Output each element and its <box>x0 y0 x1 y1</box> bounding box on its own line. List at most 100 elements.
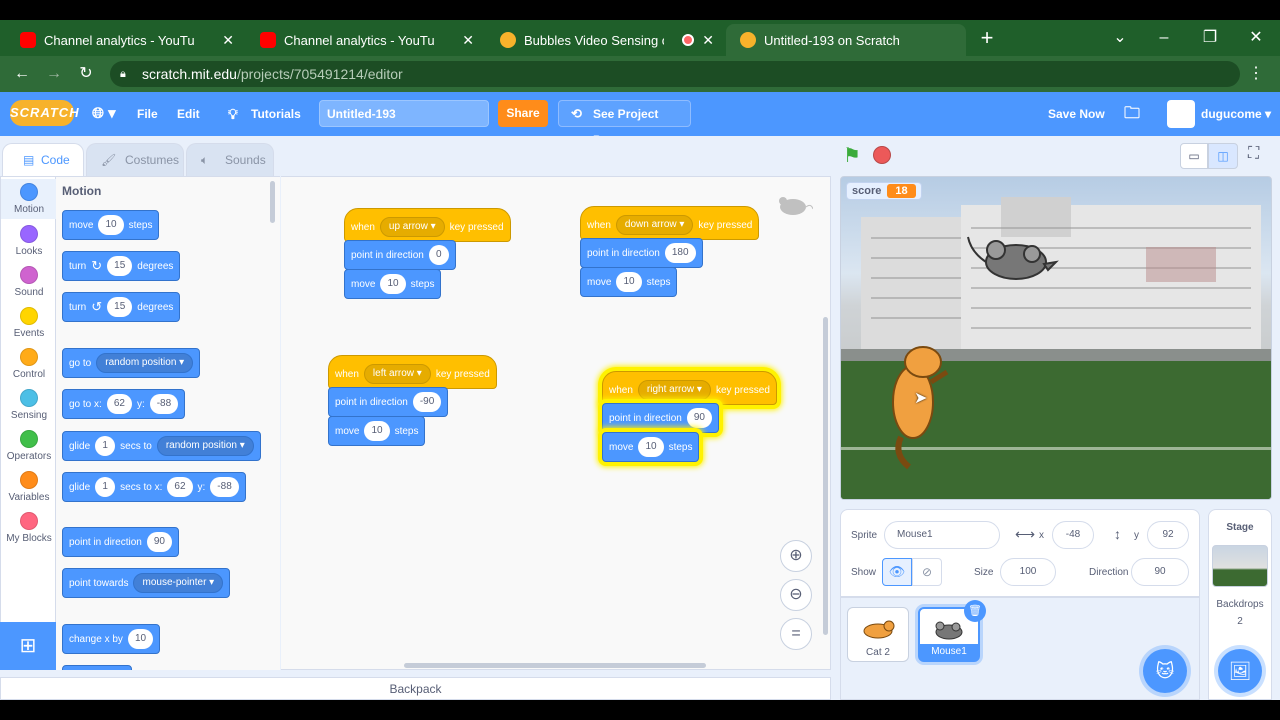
block-number-input[interactable]: 1 <box>95 477 116 497</box>
palette-scrollbar[interactable] <box>270 181 275 223</box>
new-tab-icon[interactable]: + <box>975 20 999 56</box>
choose-sprite-button[interactable]: 🐱︎ <box>1143 649 1187 693</box>
block-move-steps[interactable]: move 10 steps <box>344 269 442 299</box>
hide-eye-slash-icon[interactable]: ⊘ <box>912 558 942 586</box>
user-avatar[interactable] <box>1167 100 1195 128</box>
block-point-in-direction[interactable]: point in direction 0 <box>344 240 456 270</box>
block-number-input[interactable]: 62 <box>106 394 132 414</box>
address-bar[interactable]: 🔒︎ scratch.mit.edu/projects/705491214/ed… <box>110 61 1240 87</box>
back-icon[interactable]: ← <box>10 56 34 92</box>
y-input[interactable]: 92 <box>1147 521 1189 549</box>
vertical-scrollbar[interactable] <box>823 317 828 635</box>
restore-icon[interactable]: ❐ <box>1198 20 1222 56</box>
block-number-input[interactable]: 62 <box>167 477 193 497</box>
browser-tab-4-active[interactable]: Untitled-193 on Scratch <box>726 24 966 56</box>
block-point-in-direction[interactable]: point in direction 90 <box>602 403 719 433</box>
category-sound[interactable]: Sound <box>1 262 57 302</box>
language-globe-icon[interactable]: 🌐︎ ▾ <box>92 92 116 136</box>
block-glide-to[interactable]: glide 1 secs to random position ▾ <box>62 431 261 461</box>
reload-icon[interactable]: ↻ <box>74 56 98 92</box>
username-menu[interactable]: dugucome ▾ <box>1201 92 1271 136</box>
block-number-input[interactable]: 1 <box>95 436 116 456</box>
zoom-in-button[interactable]: ⊕ <box>780 540 812 572</box>
block-number-input[interactable]: -90 <box>412 392 442 412</box>
block-dropdown[interactable]: random position ▾ <box>156 436 254 456</box>
block-number-input[interactable]: 90 <box>686 408 712 428</box>
block-number-input[interactable]: 0 <box>428 245 449 265</box>
sprite-tile-cat[interactable]: Cat 2 <box>847 607 909 662</box>
tab-search-icon[interactable]: ⌄ <box>1108 20 1132 56</box>
close-tab-icon[interactable]: ✕ <box>462 32 474 49</box>
large-stage-icon[interactable]: ◫ <box>1208 143 1238 169</box>
chrome-menu-icon[interactable]: ⋮ <box>1244 56 1268 92</box>
stage-canvas[interactable] <box>840 176 1272 500</box>
key-dropdown[interactable]: right arrow ▾ <box>637 380 711 400</box>
tab-sounds[interactable]: 🔈︎ Sounds <box>186 143 274 177</box>
mouse-sprite[interactable] <box>966 232 1061 287</box>
close-window-icon[interactable]: ✕ <box>1244 20 1268 56</box>
block-move-steps[interactable]: move 10 steps <box>62 210 160 240</box>
choose-backdrop-button[interactable]: 🖼︎ <box>1218 649 1262 693</box>
zoom-reset-button[interactable]: = <box>780 618 812 650</box>
score-monitor[interactable]: score 18 <box>846 182 922 200</box>
block-number-input[interactable]: -88 <box>149 394 179 414</box>
block-change-x[interactable]: change x by 10 <box>62 624 161 654</box>
browser-tab-1[interactable]: Channel analytics - YouTube Studio ✕ <box>6 24 244 56</box>
horizontal-scrollbar[interactable] <box>404 663 706 668</box>
edit-menu[interactable]: Edit <box>177 92 200 136</box>
minimize-icon[interactable]: – <box>1152 20 1176 56</box>
block-dropdown[interactable]: mouse-pointer ▾ <box>133 573 224 593</box>
category-events[interactable]: Events <box>1 303 57 343</box>
block-glide-to-xy[interactable]: glide 1 secs to x: 62 y: -88 <box>62 472 246 502</box>
block-number-input[interactable]: 10 <box>638 437 664 457</box>
share-button[interactable]: Share <box>498 100 548 127</box>
category-operators[interactable]: Operators <box>1 426 57 466</box>
tutorials-menu[interactable]: Tutorials <box>251 92 301 136</box>
block-move-steps[interactable]: move 10 steps <box>580 267 678 297</box>
block-number-input[interactable]: 90 <box>146 532 172 552</box>
block-number-input[interactable]: 10 <box>616 272 642 292</box>
block-point-in-direction[interactable]: point in direction 90 <box>62 527 179 557</box>
block-number-input[interactable]: 15 <box>107 256 133 276</box>
category-looks[interactable]: Looks <box>1 221 57 261</box>
block-number-input[interactable]: 10 <box>364 421 390 441</box>
tab-code[interactable]: ▤ Code <box>2 143 84 177</box>
project-title-input[interactable]: Untitled-193 <box>319 100 489 127</box>
block-go-to[interactable]: go to random position ▾ <box>62 348 201 378</box>
hat-when-key-pressed[interactable]: when left arrow ▾ key pressed <box>328 355 497 389</box>
category-my-blocks[interactable]: My Blocks <box>1 508 57 548</box>
block-turn-left[interactable]: turn ↺ 15 degrees <box>62 292 181 322</box>
block-go-to-xy[interactable]: go to x: 62 y: -88 <box>62 389 186 419</box>
tab-costumes[interactable]: 🖌︎ Costumes <box>86 143 184 177</box>
category-sensing[interactable]: Sensing <box>1 385 57 425</box>
close-tab-icon[interactable]: ✕ <box>222 32 234 49</box>
green-flag-icon[interactable]: ⚑ <box>843 143 861 168</box>
hat-when-key-pressed[interactable]: when down arrow ▾ key pressed <box>580 206 760 240</box>
block-turn-right[interactable]: turn ↻ 15 degrees <box>62 251 181 281</box>
key-dropdown[interactable]: left arrow ▾ <box>363 364 431 384</box>
delete-sprite-trash-icon[interactable]: 🗑︎ <box>964 600 986 622</box>
category-motion[interactable]: Motion <box>1 179 57 219</box>
category-variables[interactable]: Variables <box>1 467 57 507</box>
block-dropdown[interactable]: random position ▾ <box>96 353 194 373</box>
block-number-input[interactable]: 10 <box>380 274 406 294</box>
my-stuff-folder-icon[interactable]: 🗀︎ <box>1124 92 1140 136</box>
block-partial[interactable] <box>62 665 132 670</box>
sprite-name-input[interactable]: Mouse1 <box>884 521 1000 549</box>
hat-when-key-pressed[interactable]: when up arrow ▾ key pressed <box>344 208 511 242</box>
key-dropdown[interactable]: down arrow ▾ <box>615 215 694 235</box>
add-extension-button[interactable]: ⊞ <box>0 622 56 670</box>
stop-sign-icon[interactable] <box>873 146 891 164</box>
direction-input[interactable]: 90 <box>1131 558 1189 586</box>
zoom-out-button[interactable]: ⊖ <box>780 579 812 611</box>
key-dropdown[interactable]: up arrow ▾ <box>379 217 445 237</box>
block-number-input[interactable]: -88 <box>210 477 239 497</box>
block-number-input[interactable]: 10 <box>127 629 154 649</box>
block-number-input[interactable]: 180 <box>664 243 696 263</box>
small-stage-icon[interactable]: ▭ <box>1180 143 1208 169</box>
scratch-logo[interactable]: SCRATCH <box>10 100 79 126</box>
fullscreen-icon[interactable]: ⛶ <box>1248 145 1259 163</box>
block-point-towards[interactable]: point towards mouse-pointer ▾ <box>62 568 231 598</box>
browser-tab-2[interactable]: Channel analytics - YouTube Studio ✕ <box>246 24 484 56</box>
x-input[interactable]: -48 <box>1052 521 1094 549</box>
